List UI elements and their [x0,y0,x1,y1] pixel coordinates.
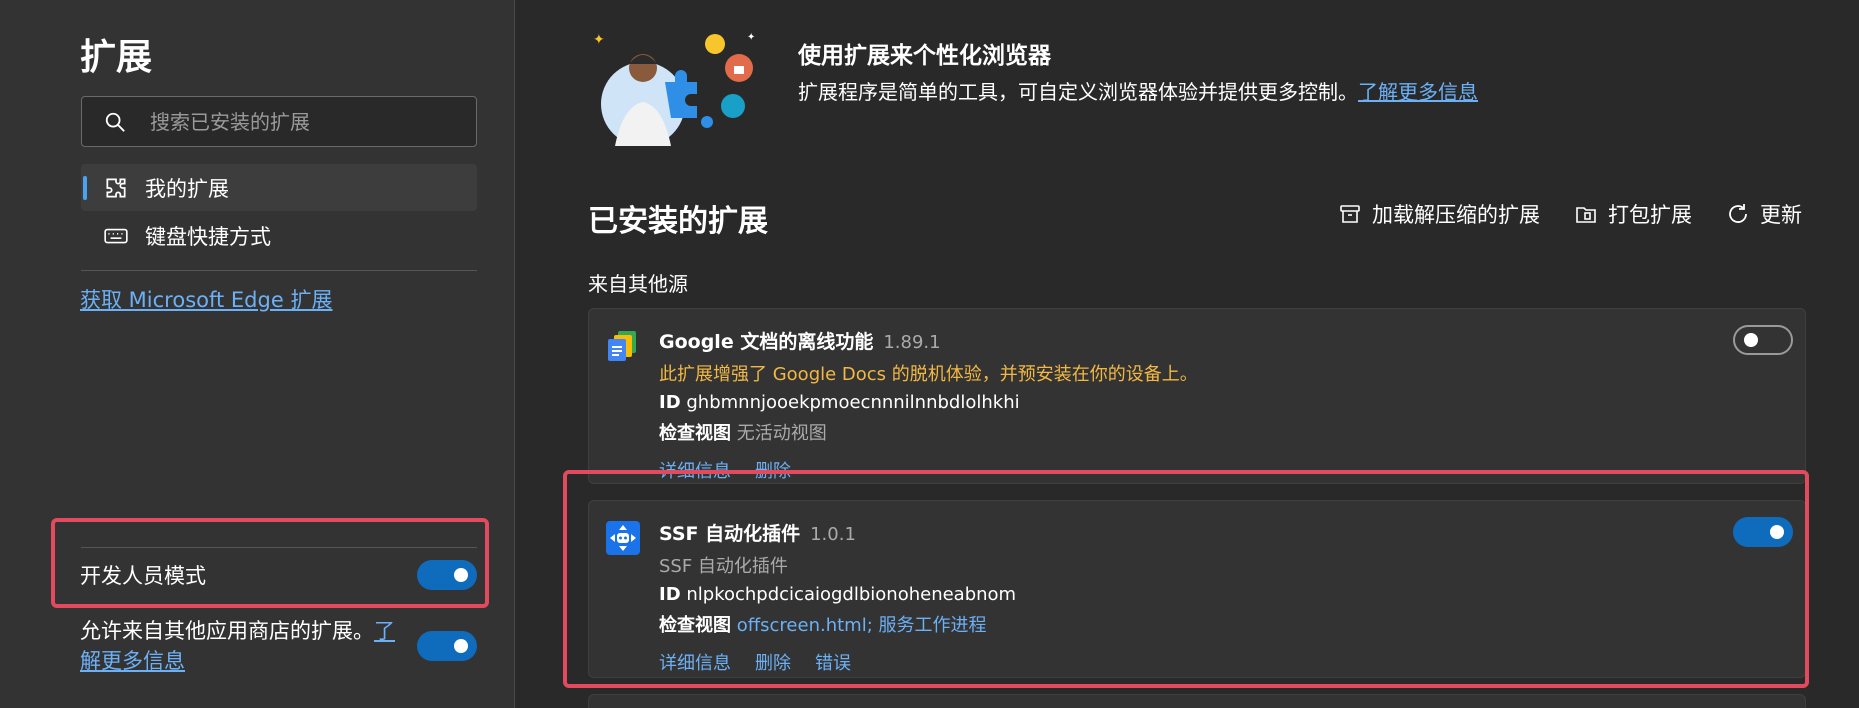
allow-other-stores-toggle[interactable] [417,631,477,661]
get-edge-extensions-link[interactable]: 获取 Microsoft Edge 扩展 [80,284,332,314]
extension-id-row: ID ghbmnnjooekpmoecnnnilnnbdlolhkhi [659,392,1198,413]
puzzle-icon [106,177,126,198]
extension-card-partial [588,694,1806,708]
highlight-developer-mode [51,518,489,608]
installed-extensions-title: 已安装的扩展 [588,204,768,239]
nav-item-my-extensions[interactable]: 我的扩展 [81,164,477,211]
extension-name: Google 文档的离线功能 [659,331,874,353]
search-box[interactable] [81,96,477,147]
extension-id: ghbmnnjooekpmoecnnnilnnbdlolhkhi [686,392,1020,413]
svg-text:✦: ✦ [593,32,605,48]
hero-learn-more-link[interactable]: 了解更多信息 [1358,80,1478,104]
nav-label: 我的扩展 [145,176,229,201]
svg-text:✦: ✦ [747,32,755,43]
extension-card: Google 文档的离线功能 1.89.1 此扩展增强了 Google Docs… [588,308,1806,484]
google-docs-offline-icon [608,331,636,361]
inspect-views-label: 检查视图 [659,423,731,444]
hero-description-text: 扩展程序是简单的工具，可自定义浏览器体验并提供更多控制。 [798,80,1358,104]
extension-version: 1.89.1 [883,332,941,353]
allow-other-stores-row: 允许来自其他应用商店的扩展。了解更多信息 [80,616,477,676]
sidebar-divider [81,270,477,271]
nav-item-keyboard-shortcuts[interactable]: 键盘快捷方式 [81,212,477,259]
toggle-knob [454,639,468,653]
extension-toggle-wrap [1733,325,1793,355]
load-unpacked-button[interactable]: 加载解压缩的扩展 [1338,199,1540,229]
extension-inspect-row: 检查视图 无活动视图 [659,419,1198,445]
archive-box-icon [1340,205,1360,223]
extension-id-label: ID [659,392,681,413]
allow-other-stores-label: 允许来自其他应用商店的扩展。 [80,619,374,643]
extension-card-body: Google 文档的离线功能 1.89.1 此扩展增强了 Google Docs… [659,327,1198,483]
search-icon [105,112,125,132]
search-input[interactable] [150,109,470,134]
update-label: 更新 [1760,203,1802,227]
keyboard-icon [104,228,128,243]
pack-extension-button[interactable]: 打包扩展 [1574,199,1692,229]
nav-label: 键盘快捷方式 [145,224,271,249]
update-button[interactable]: 更新 [1726,199,1802,229]
source-label: 来自其他源 [588,272,688,296]
allow-other-stores-text: 允许来自其他应用商店的扩展。了解更多信息 [80,616,400,676]
inspect-views-value: 无活动视图 [736,423,827,444]
refresh-icon [1729,204,1747,223]
extensions-toolbar: 加载解压缩的扩展 打包扩展 更新 [1338,199,1802,229]
hero-title: 使用扩展来个性化浏览器 [798,43,1051,69]
load-unpacked-label: 加载解压缩的扩展 [1372,203,1540,227]
extension-description: 此扩展增强了 Google Docs 的脱机体验，并预安装在你的设备上。 [659,364,1198,385]
hero-illustration: ✦ ✦ [593,32,755,146]
toggle-knob [1744,333,1758,347]
highlight-ssf-extension [563,470,1809,688]
package-icon [1576,207,1596,223]
pack-extension-label: 打包扩展 [1608,203,1692,227]
extension-title-row: Google 文档的离线功能 1.89.1 [659,327,1198,354]
hero-description: 扩展程序是简单的工具，可自定义浏览器体验并提供更多控制。了解更多信息 [798,76,1478,105]
sidebar-title: 扩展 [80,37,153,78]
extension-toggle[interactable] [1733,325,1793,355]
